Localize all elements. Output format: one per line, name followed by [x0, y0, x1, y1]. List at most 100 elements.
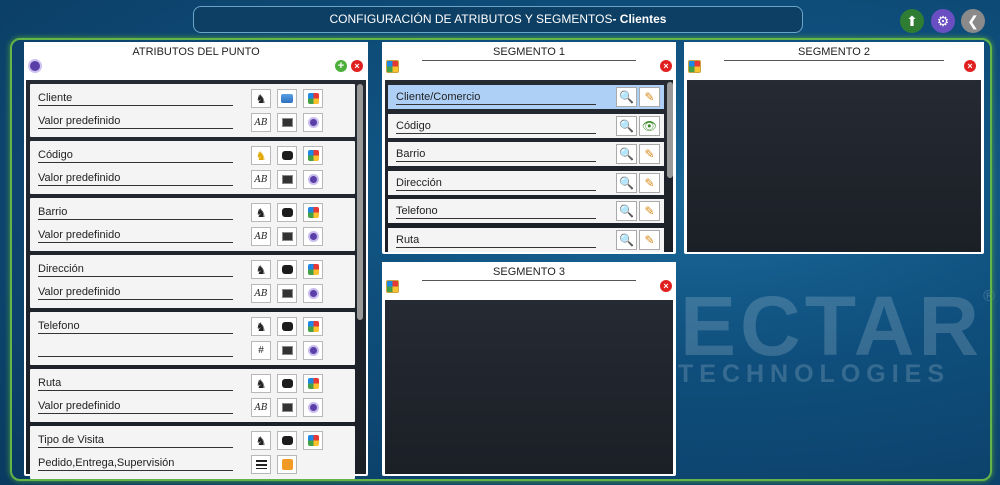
image-icon[interactable] — [277, 170, 297, 189]
attribute-name-field[interactable]: Dirección — [38, 262, 233, 277]
edit-icon[interactable] — [277, 455, 297, 474]
palette-icon[interactable] — [303, 260, 323, 279]
chat-icon[interactable] — [277, 431, 297, 450]
figure-icon[interactable]: ♞ — [251, 203, 271, 222]
segment-row[interactable]: Barrio 🔍 ✎ — [388, 142, 664, 166]
attribute-name-field[interactable]: Ruta — [38, 376, 233, 391]
panel-settings-icon[interactable] — [28, 59, 42, 73]
attribute-default-field[interactable]: Valor predefinido — [38, 285, 233, 300]
pencil-icon[interactable]: ✎ — [639, 144, 660, 164]
attribute-name-field[interactable]: Telefono — [38, 319, 233, 334]
search-icon[interactable]: 🔍 — [616, 87, 637, 107]
chat-icon[interactable] — [277, 260, 297, 279]
image-icon[interactable] — [277, 227, 297, 246]
palette-icon[interactable] — [303, 146, 323, 165]
settings-circle-icon[interactable] — [303, 227, 323, 246]
segment-2-list[interactable] — [687, 80, 981, 252]
palette-icon[interactable] — [303, 374, 323, 393]
chat-icon[interactable] — [277, 374, 297, 393]
segment-row[interactable]: Código 🔍 👁 — [388, 113, 664, 138]
eye-icon[interactable]: 👁 — [639, 115, 660, 136]
search-icon[interactable]: 🔍 — [616, 229, 637, 250]
attribute-default-field[interactable]: Valor predefinido — [38, 171, 233, 186]
image-icon[interactable] — [277, 341, 297, 360]
chat-icon[interactable] — [277, 89, 297, 108]
type-icon[interactable]: AB — [251, 113, 271, 132]
attribute-card[interactable]: Dirección Valor predefinido ♞ AB — [30, 255, 355, 308]
search-icon[interactable]: 🔍 — [616, 144, 637, 164]
attribute-card[interactable]: Ruta Valor predefinido ♞ AB — [30, 369, 355, 422]
attribute-default-field[interactable]: Valor predefinido — [38, 114, 233, 129]
attribute-name-field[interactable]: Tipo de Visita — [38, 433, 233, 448]
pencil-icon[interactable]: ✎ — [639, 229, 660, 250]
type-icon[interactable]: AB — [251, 398, 271, 417]
palette-icon[interactable] — [386, 280, 399, 293]
pencil-icon[interactable]: ✎ — [639, 172, 660, 193]
chat-icon[interactable] — [277, 317, 297, 336]
type-icon[interactable]: # — [251, 341, 271, 360]
segment-3-list[interactable] — [385, 300, 673, 474]
attribute-name-field[interactable]: Barrio — [38, 205, 233, 220]
attribute-card[interactable]: Cliente Valor predefinido ♞ AB — [30, 84, 355, 137]
search-icon[interactable]: 🔍 — [616, 172, 637, 193]
segment-row[interactable]: Cliente/Comercio 🔍 ✎ — [388, 85, 664, 109]
palette-icon[interactable] — [688, 60, 701, 73]
segment-1-panel: SEGMENTO 1 × Cliente/Comercio 🔍 ✎ Código… — [382, 42, 676, 254]
segment-1-scrollbar[interactable] — [667, 82, 673, 178]
settings-circle-icon[interactable] — [303, 284, 323, 303]
figure-icon[interactable]: ♞ — [251, 260, 271, 279]
settings-circle-icon[interactable] — [303, 113, 323, 132]
settings-circle-icon[interactable] — [303, 398, 323, 417]
type-icon[interactable]: AB — [251, 284, 271, 303]
figure-icon[interactable]: ♞ — [251, 374, 271, 393]
attribute-default-field[interactable]: Valor predefinido — [38, 399, 233, 414]
back-chevron-icon[interactable]: ❮ — [961, 9, 985, 33]
palette-icon[interactable] — [303, 89, 323, 108]
list-type-icon[interactable] — [251, 455, 271, 474]
search-icon[interactable]: 🔍 — [616, 201, 637, 221]
pencil-icon[interactable]: ✎ — [639, 87, 660, 107]
attribute-card[interactable]: Barrio Valor predefinido ♞ AB — [30, 198, 355, 251]
settings-circle-icon[interactable] — [303, 341, 323, 360]
image-icon[interactable] — [277, 113, 297, 132]
close-segment-1-button[interactable]: × — [660, 60, 672, 72]
attributes-list[interactable]: Cliente Valor predefinido ♞ AB Código Va… — [26, 80, 366, 479]
settings-circle-icon[interactable] — [303, 170, 323, 189]
segment-1-list[interactable]: Cliente/Comercio 🔍 ✎ Código 🔍 👁 Barrio 🔍… — [385, 80, 673, 252]
chat-icon[interactable] — [277, 203, 297, 222]
attribute-default-field[interactable]: Pedido,Entrega,Supervisión — [38, 456, 233, 471]
image-icon[interactable] — [277, 398, 297, 417]
palette-icon[interactable] — [386, 60, 399, 73]
palette-icon[interactable] — [303, 317, 323, 336]
image-icon[interactable] — [277, 284, 297, 303]
type-icon[interactable]: AB — [251, 170, 271, 189]
chat-icon[interactable] — [277, 146, 297, 165]
attribute-name-field[interactable]: Cliente — [38, 91, 233, 106]
attribute-card[interactable]: Telefono ♞ # — [30, 312, 355, 365]
attribute-default-field[interactable] — [38, 342, 233, 357]
segment-row[interactable]: Dirección 🔍 ✎ — [388, 170, 664, 195]
palette-icon[interactable] — [303, 203, 323, 222]
figure-icon[interactable]: ♞ — [251, 146, 271, 165]
settings-gear-icon[interactable]: ⚙ — [931, 9, 955, 33]
add-attribute-button[interactable]: + — [335, 60, 347, 72]
cloud-sync-icon[interactable]: ⬆ — [900, 9, 924, 33]
figure-icon[interactable]: ♞ — [251, 317, 271, 336]
segment-row[interactable]: Telefono 🔍 ✎ — [388, 199, 664, 223]
attribute-card[interactable]: Tipo de Visita Pedido,Entrega,Supervisió… — [30, 426, 355, 479]
palette-icon[interactable] — [303, 431, 323, 450]
search-icon[interactable]: 🔍 — [616, 115, 637, 136]
pencil-icon[interactable]: ✎ — [639, 201, 660, 221]
divider — [422, 60, 636, 61]
attribute-default-field[interactable]: Valor predefinido — [38, 228, 233, 243]
figure-icon[interactable]: ♞ — [251, 89, 271, 108]
figure-icon[interactable]: ♞ — [251, 431, 271, 450]
attributes-scrollbar[interactable] — [357, 84, 363, 320]
segment-row[interactable]: Ruta 🔍 ✎ — [388, 227, 664, 252]
close-segment-3-button[interactable]: × — [660, 280, 672, 292]
close-panel-button[interactable]: × — [351, 60, 363, 72]
attribute-name-field[interactable]: Código — [38, 148, 233, 163]
attribute-card[interactable]: Código Valor predefinido ♞ AB — [30, 141, 355, 194]
type-icon[interactable]: AB — [251, 227, 271, 246]
close-segment-2-button[interactable]: × — [964, 60, 976, 72]
